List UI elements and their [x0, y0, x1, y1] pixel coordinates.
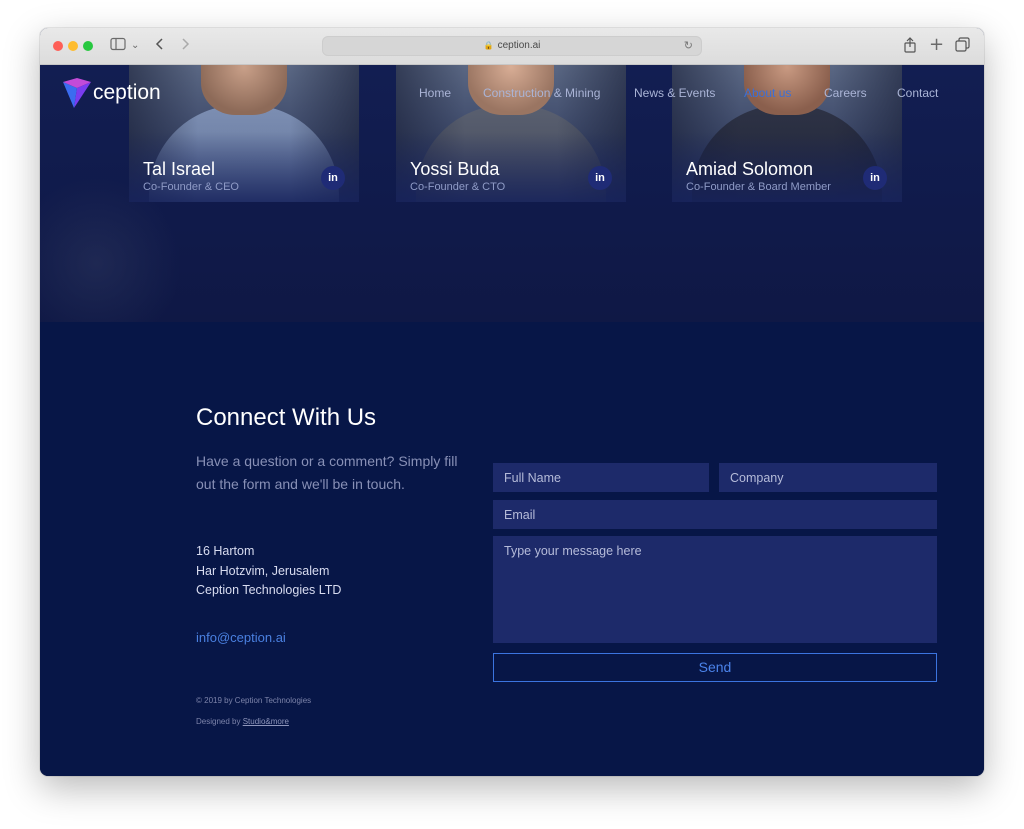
browser-titlebar: ⌄ 🔒 ception.ai ↻ +	[40, 28, 984, 65]
zoom-window-button[interactable]	[83, 41, 93, 51]
new-tab-icon[interactable]: +	[929, 36, 944, 54]
address-line: Har Hotzvim, Jerusalem	[196, 563, 330, 578]
team-member-role: Co-Founder & CEO	[143, 181, 239, 193]
connect-description: Have a question or a comment? Simply fil…	[196, 453, 458, 492]
address-line: 16 Hartom	[196, 544, 255, 558]
address-line: Ception Technologies LTD	[196, 583, 342, 597]
team-member-name: Yossi Buda	[410, 159, 500, 179]
address-bar[interactable]: 🔒 ception.ai ↻	[322, 36, 702, 56]
email-link[interactable]: info@ception.ai	[196, 630, 286, 645]
lock-icon: 🔒	[483, 41, 494, 50]
company-field[interactable]: Company	[719, 463, 937, 492]
tabs-overview-icon[interactable]	[955, 37, 970, 57]
team-member-role: Co-Founder & CTO	[410, 181, 506, 193]
sidebar-toggle-icon[interactable]	[110, 37, 126, 56]
nav-link-careers[interactable]: Careers	[824, 86, 867, 100]
top-nav: ception Home Construction & Mining News …	[40, 65, 984, 121]
nav-link-construction-mining[interactable]: Construction & Mining	[483, 86, 600, 100]
full-name-field[interactable]: Full Name	[493, 463, 709, 492]
share-icon[interactable]	[903, 37, 917, 58]
forward-icon[interactable]	[180, 37, 190, 56]
close-window-button[interactable]	[53, 41, 63, 51]
team-member-name: Tal Israel	[143, 159, 216, 179]
back-icon[interactable]	[155, 37, 165, 56]
nav-link-home[interactable]: Home	[419, 86, 451, 100]
browser-window: ⌄ 🔒 ception.ai ↻ + Tal Israel Co-Founder…	[40, 28, 984, 776]
designed-by-text: Designed by Studio&more	[196, 717, 289, 726]
chevron-down-icon[interactable]: ⌄	[131, 37, 139, 55]
nav-link-about-us[interactable]: About us	[744, 86, 791, 100]
team-member-role: Co-Founder & Board Member	[686, 181, 831, 193]
nav-link-news-events[interactable]: News & Events	[634, 86, 715, 100]
studio-link[interactable]: Studio&more	[243, 717, 289, 726]
linkedin-icon[interactable]: in	[588, 166, 612, 190]
connect-section: Connect With Us Have a question or a com…	[40, 322, 984, 776]
reload-icon[interactable]: ↻	[684, 37, 693, 55]
minimize-window-button[interactable]	[68, 41, 78, 51]
url-text: ception.ai	[497, 40, 541, 51]
linkedin-icon[interactable]: in	[321, 166, 345, 190]
send-button[interactable]: Send	[493, 653, 937, 682]
address: 16 Hartom Har Hotzvim, Jerusalem Ception…	[196, 542, 341, 601]
team-section: Tal Israel Co-Founder & CEO in Yossi Bud…	[40, 65, 984, 322]
email-field[interactable]: Email	[493, 500, 937, 529]
linkedin-icon[interactable]: in	[863, 166, 887, 190]
logo-text[interactable]: ception	[93, 81, 161, 105]
team-member-name: Amiad Solomon	[686, 159, 814, 179]
nav-link-contact[interactable]: Contact	[897, 86, 938, 100]
ception-logo-icon[interactable]	[62, 78, 92, 110]
message-field[interactable]: Type your message here	[493, 536, 937, 643]
web-page: Tal Israel Co-Founder & CEO in Yossi Bud…	[40, 65, 984, 776]
connect-title: Connect With Us	[196, 404, 377, 431]
copyright-text: © 2019 by Ception Technologies	[196, 696, 312, 705]
